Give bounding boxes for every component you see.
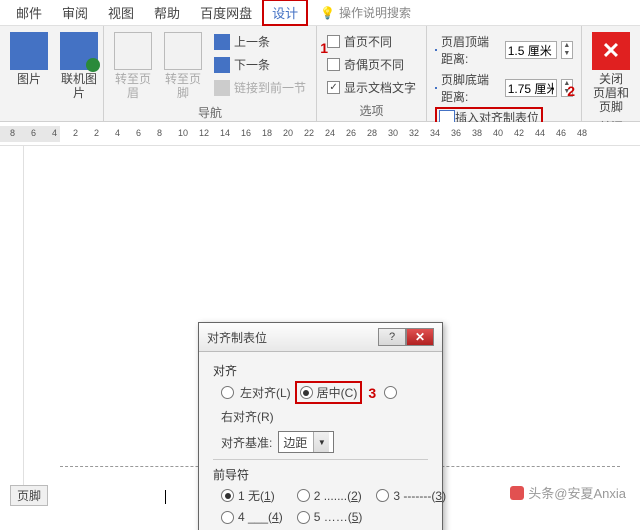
leader-section-label: 前导符 [213, 466, 428, 483]
dialog-help-button[interactable]: ? [378, 328, 406, 346]
header-dist-icon [435, 49, 437, 51]
ribbon: 图片 联机图片 转至页眉 转至页脚 [0, 26, 640, 122]
chevron-down-icon: ▼ [313, 432, 329, 452]
link-previous-button[interactable]: 链接到前一节 [212, 78, 308, 97]
menu-bar: 邮件 审阅 视图 帮助 百度网盘 设计 💡 操作说明搜索 [0, 0, 640, 26]
insert-picture-button[interactable]: 图片 [6, 30, 52, 88]
footer-marker-tag: 页脚 [10, 485, 48, 506]
align-right-radio[interactable] [384, 386, 397, 399]
lightbulb-icon: 💡 [320, 6, 335, 20]
vertical-ruler[interactable] [0, 146, 24, 506]
watermark-text: 头条@安夏Anxia [528, 483, 626, 502]
close-header-footer-button[interactable]: ✕ 关闭 页眉和页脚 [588, 30, 634, 116]
align-left-radio[interactable] [221, 386, 234, 399]
group-images: 图片 联机图片 [0, 26, 104, 121]
leader-grid: 1 无(1) 2 .......(2) 3 -------(3) 4 ___(4… [221, 487, 428, 524]
first-page-diff-checkbox[interactable]: 首页不同 [325, 32, 418, 51]
odd-even-diff-label: 奇偶页不同 [344, 56, 404, 73]
align-right-label: 右对齐(R) [221, 408, 274, 425]
header-distance-row: 页眉顶端距离: ▲▼ [435, 32, 573, 68]
document-area: 页脚 对齐制表位 ? ✕ 对齐 左对齐(L) 居中(C) [0, 146, 640, 506]
online-picture-label: 联机图片 [60, 72, 98, 100]
tab-view[interactable]: 视图 [98, 0, 144, 26]
nav-previous-label: 上一条 [234, 33, 270, 50]
nav-previous-button[interactable]: 上一条 [212, 32, 308, 51]
link-icon [214, 80, 230, 96]
dialog-close-button[interactable]: ✕ [406, 328, 434, 346]
header-dist-label: 页眉顶端距离: [441, 33, 501, 67]
show-doc-text-checkbox[interactable]: ✓ 显示文档文字 [325, 78, 418, 97]
footer-distance-row: 页脚底端距离: ▲▼ [435, 70, 573, 106]
tell-me-placeholder: 操作说明搜索 [339, 4, 411, 21]
header-icon [114, 32, 152, 70]
horizontal-ruler[interactable]: 8642246810121416182022242628303234363840… [0, 122, 640, 146]
header-dist-spinner[interactable]: ▲▼ [561, 41, 573, 59]
footer-dist-label: 页脚底端距离: [441, 71, 501, 105]
header-distance-input[interactable] [505, 41, 557, 59]
checkbox-icon [327, 58, 340, 71]
dialog-titlebar[interactable]: 对齐制表位 ? ✕ [199, 323, 442, 352]
checkbox-icon: ✓ [327, 81, 340, 94]
tab-help[interactable]: 帮助 [144, 0, 190, 26]
tab-review[interactable]: 审阅 [52, 0, 98, 26]
annotation-2: 2 [567, 83, 575, 99]
up-arrow-icon [214, 34, 230, 50]
goto-footer-button[interactable]: 转至页脚 [160, 30, 206, 102]
goto-footer-label: 转至页脚 [164, 72, 202, 100]
baseline-value: 边距 [283, 434, 307, 451]
odd-even-diff-checkbox[interactable]: 奇偶页不同 [325, 55, 418, 74]
picture-icon [10, 32, 48, 70]
leader-3-radio[interactable] [376, 489, 389, 502]
group-options-label: 选项 [323, 100, 420, 121]
goto-header-button[interactable]: 转至页眉 [110, 30, 156, 102]
insert-online-picture-button[interactable]: 联机图片 [56, 30, 102, 102]
online-picture-icon [60, 32, 98, 70]
annotation-3: 3 [368, 385, 376, 401]
checkbox-icon [327, 35, 340, 48]
align-center-radio[interactable] [300, 386, 313, 399]
close-hf-label: 关闭 页眉和页脚 [592, 72, 630, 114]
baseline-select[interactable]: 边距 ▼ [278, 431, 334, 453]
annotation-1: 1 [320, 40, 328, 56]
nav-next-label: 下一条 [234, 56, 270, 73]
leader-2-radio[interactable] [297, 489, 310, 502]
footer-dist-icon [435, 87, 437, 89]
first-page-diff-label: 首页不同 [344, 33, 392, 50]
watermark: 头条@安夏Anxia [510, 483, 626, 502]
group-options: 首页不同 奇偶页不同 ✓ 显示文档文字 选项 [317, 26, 427, 121]
footer-icon [164, 32, 202, 70]
show-doc-text-label: 显示文档文字 [344, 79, 416, 96]
align-left-label: 左对齐(L) [240, 384, 291, 401]
goto-header-label: 转至页眉 [114, 72, 152, 100]
group-navigation: 转至页眉 转至页脚 上一条 下一条 [104, 26, 317, 121]
alignment-tab-dialog: 对齐制表位 ? ✕ 对齐 左对齐(L) 居中(C) 3 右对齐( [198, 322, 443, 530]
leader-5-radio[interactable] [297, 511, 310, 524]
footer-distance-input[interactable] [505, 79, 557, 97]
watermark-logo-icon [510, 486, 524, 500]
baseline-label: 对齐基准: [221, 434, 272, 451]
align-section-label: 对齐 [213, 362, 428, 379]
nav-next-button[interactable]: 下一条 [212, 55, 308, 74]
dialog-title: 对齐制表位 [207, 329, 267, 346]
text-cursor [165, 490, 166, 504]
tab-mail[interactable]: 邮件 [6, 0, 52, 26]
tab-baidu[interactable]: 百度网盘 [190, 0, 262, 26]
link-previous-label: 链接到前一节 [234, 79, 306, 96]
picture-label: 图片 [17, 72, 41, 86]
down-arrow-icon [214, 57, 230, 73]
align-center-label: 居中(C) [317, 384, 358, 401]
group-nav-label: 导航 [110, 102, 310, 123]
group-close: ✕ 关闭 页眉和页脚 关闭 [582, 26, 640, 121]
group-position: 页眉顶端距离: ▲▼ 页脚底端距离: ▲▼ 插入对齐制表位 [427, 26, 582, 121]
tell-me-search[interactable]: 💡 操作说明搜索 [320, 4, 634, 21]
tab-design[interactable]: 设计 [262, 0, 308, 26]
close-icon: ✕ [592, 32, 630, 70]
leader-1-radio[interactable] [221, 489, 234, 502]
nav-small-group: 上一条 下一条 链接到前一节 [210, 30, 310, 99]
align-row: 左对齐(L) 居中(C) 3 右对齐(R) [221, 383, 428, 425]
leader-4-radio[interactable] [221, 511, 234, 524]
